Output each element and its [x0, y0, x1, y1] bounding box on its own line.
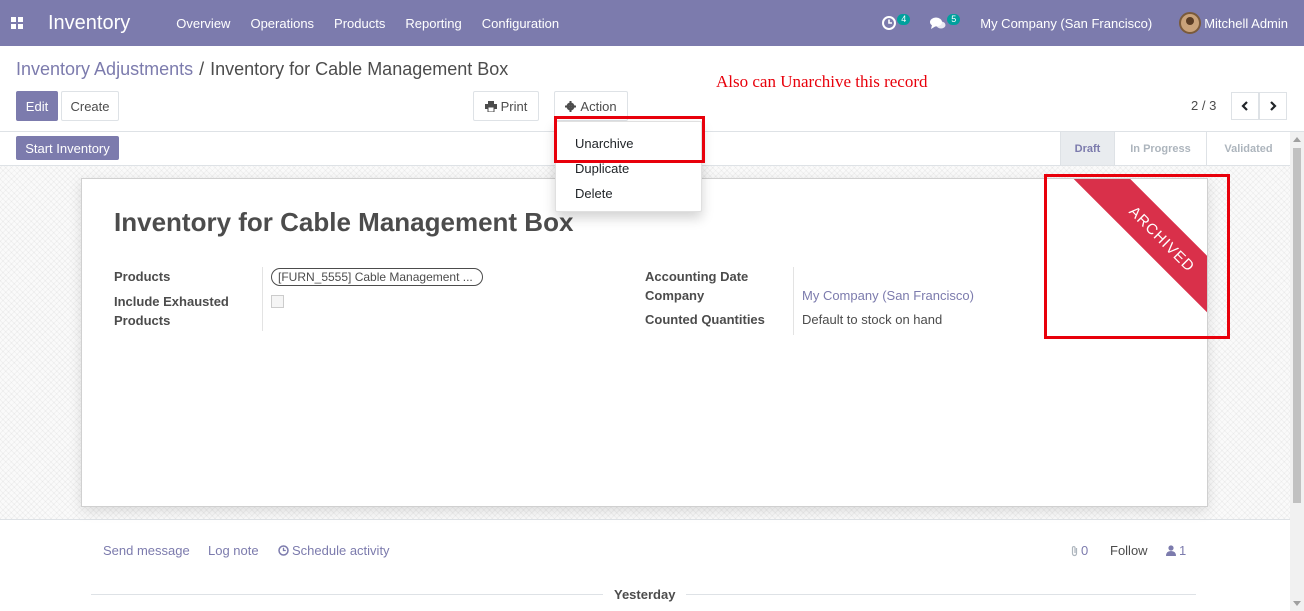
pager-value[interactable]: 2 / 3 — [1191, 98, 1216, 113]
scroll-up-arrow-icon[interactable] — [1293, 137, 1301, 142]
chevron-left-icon — [1241, 101, 1248, 111]
messaging-menu[interactable]: 5 — [930, 13, 961, 30]
print-icon — [484, 100, 497, 112]
apps-menu-icon[interactable] — [11, 17, 23, 29]
delete-menu-item[interactable]: Delete — [575, 186, 613, 201]
label-divider-right — [793, 267, 794, 335]
product-tag[interactable]: [FURN_5555] Cable Management ... — [271, 268, 483, 286]
duplicate-menu-item[interactable]: Duplicate — [575, 161, 629, 176]
accounting-date-label: Accounting Date — [645, 269, 749, 284]
clock-icon — [882, 16, 897, 30]
page-scrollbar[interactable] — [1290, 132, 1304, 611]
menu-configuration[interactable]: Configuration — [482, 16, 559, 31]
message-count-badge: 5 — [947, 13, 961, 25]
company-value[interactable]: My Company (San Francisco) — [802, 288, 974, 303]
start-inventory-button[interactable]: Start Inventory — [16, 136, 119, 160]
company-label: Company — [645, 288, 705, 303]
action-label: Action — [580, 98, 617, 114]
scroll-down-arrow-icon[interactable] — [1293, 601, 1301, 606]
gear-icon — [565, 100, 577, 112]
form-sheet: Inventory for Cable Management Box Produ… — [81, 178, 1208, 507]
breadcrumb: Inventory Adjustments / Inventory for Ca… — [16, 59, 508, 80]
attachments-button[interactable]: 0 — [1070, 543, 1088, 558]
followers-count: 1 — [1179, 543, 1187, 558]
menu-operations[interactable]: Operations — [250, 16, 314, 31]
activity-menu[interactable]: 4 — [882, 13, 911, 30]
systray: 4 5 My Company (San Francisco) Mitchell … — [882, 0, 1304, 46]
counted-quantities-label: Counted Quantities — [645, 312, 765, 327]
log-note-button[interactable]: Log note — [208, 543, 259, 558]
send-message-button[interactable]: Send message — [103, 543, 190, 558]
include-exhausted-label: Include Exhausted Products — [114, 294, 229, 328]
annotation-text: Also can Unarchive this record — [716, 72, 928, 91]
followers-button[interactable]: 1 — [1166, 543, 1186, 558]
company-switcher[interactable]: My Company (San Francisco) — [980, 16, 1152, 31]
follow-button[interactable]: Follow — [1110, 543, 1148, 558]
scroll-thumb[interactable] — [1293, 148, 1301, 503]
user-icon — [1166, 545, 1176, 556]
breadcrumb-separator: / — [199, 59, 205, 79]
stage-validated: Validated — [1206, 132, 1290, 165]
products-label: Products — [114, 269, 171, 284]
main-menu: Overview Operations Products Reporting C… — [176, 16, 579, 31]
create-button[interactable]: Create — [61, 91, 119, 121]
edit-button[interactable]: Edit — [16, 91, 58, 121]
user-menu[interactable]: Mitchell Admin — [1204, 16, 1288, 31]
comments-icon — [930, 17, 946, 29]
user-avatar[interactable] — [1179, 12, 1202, 34]
menu-products[interactable]: Products — [334, 16, 385, 31]
breadcrumb-parent[interactable]: Inventory Adjustments — [16, 59, 193, 80]
date-separator-label: Yesterday — [603, 587, 687, 602]
menu-overview[interactable]: Overview — [176, 16, 230, 31]
archived-highlight-box — [1044, 174, 1230, 339]
clock-icon — [278, 545, 289, 556]
top-navbar: Inventory Overview Operations Products R… — [0, 0, 1304, 46]
counted-quantities-value[interactable]: Default to stock on hand — [802, 312, 942, 327]
menu-reporting[interactable]: Reporting — [405, 16, 461, 31]
include-exhausted-checkbox[interactable] — [271, 295, 284, 308]
print-button[interactable]: Print — [473, 91, 539, 121]
chevron-right-icon — [1270, 101, 1277, 111]
label-divider — [262, 267, 263, 331]
schedule-activity-button[interactable]: Schedule activity — [278, 543, 390, 558]
stage-in-progress: In Progress — [1114, 132, 1206, 165]
attachments-count: 0 — [1081, 543, 1089, 558]
activity-count-badge: 4 — [897, 13, 911, 25]
stage-draft: Draft — [1060, 132, 1114, 165]
record-title: Inventory for Cable Management Box — [114, 207, 574, 237]
breadcrumb-current: Inventory for Cable Management Box — [210, 59, 509, 79]
paperclip-icon — [1071, 545, 1078, 556]
unarchive-highlight-box — [554, 116, 705, 163]
pager-previous-button[interactable] — [1231, 92, 1259, 120]
app-title[interactable]: Inventory — [48, 12, 130, 35]
status-stages: Draft In Progress Validated — [1060, 132, 1290, 165]
schedule-activity-label: Schedule activity — [292, 543, 390, 558]
print-label: Print — [500, 98, 528, 114]
pager-next-button[interactable] — [1259, 92, 1287, 120]
